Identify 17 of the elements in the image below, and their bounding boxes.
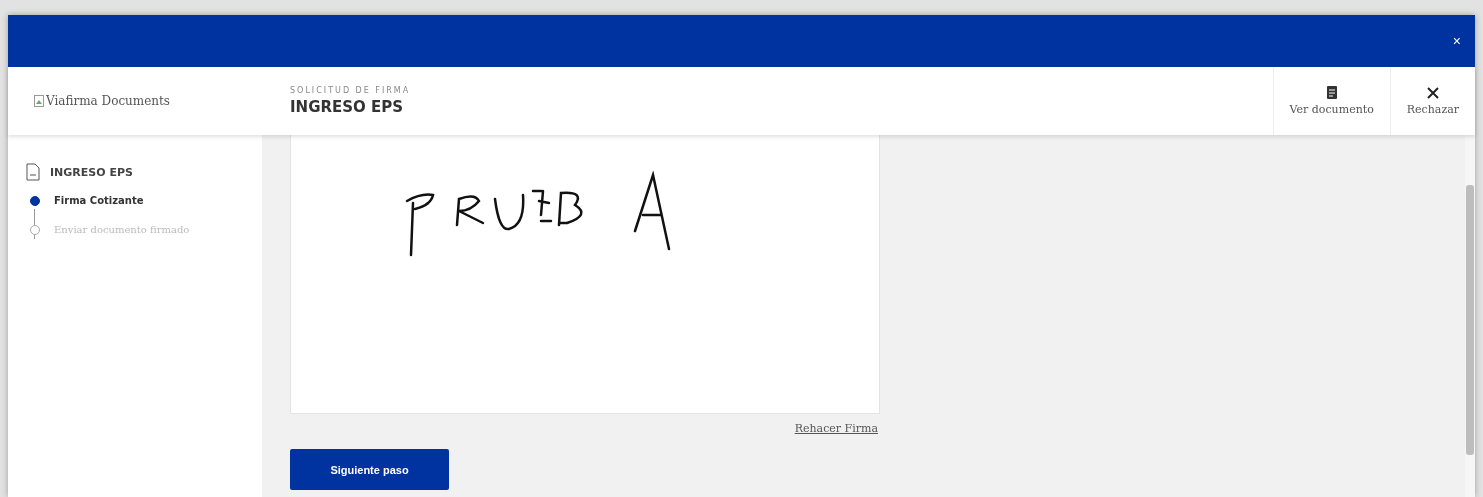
document-icon (1326, 86, 1337, 99)
header-title: INGRESO EPS (290, 98, 405, 116)
logo-image: Viafirma Documents (8, 94, 262, 108)
close-button[interactable]: × (1452, 33, 1461, 49)
step-label: Firma Cotizante (54, 195, 144, 206)
close-icon (1426, 86, 1439, 99)
signature-pad[interactable] (290, 135, 880, 414)
scrollbar-thumb[interactable] (1466, 185, 1474, 455)
document-icon (26, 163, 40, 181)
header-subtitle: SOLICITUD DE FIRMA (290, 86, 412, 95)
next-step-button[interactable]: Siguiente paso (290, 449, 449, 490)
broken-image-icon (34, 95, 44, 107)
reject-button[interactable]: Rechazar (1389, 67, 1475, 135)
document-name: INGRESO EPS (50, 165, 133, 179)
step-label: Enviar documento firmado (54, 224, 190, 235)
redo-signature-link[interactable]: Rehacer Firma (290, 422, 878, 435)
view-document-button[interactable]: Ver documento (1272, 67, 1390, 135)
